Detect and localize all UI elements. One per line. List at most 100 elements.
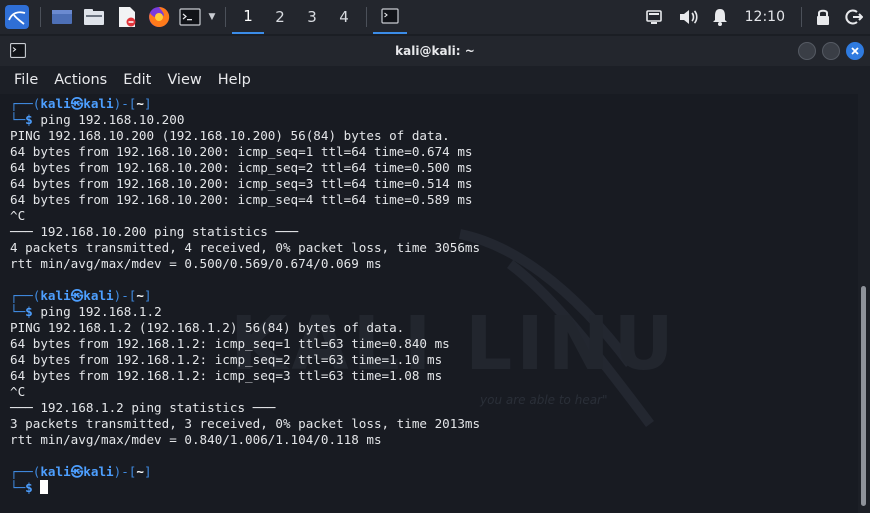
lock-icon — [817, 9, 829, 25]
prompt-frame: )-[ — [113, 464, 137, 479]
workspace-2[interactable]: 2 — [264, 0, 296, 34]
prompt-dollar: $ — [25, 304, 41, 319]
menu-file[interactable]: File — [6, 72, 46, 88]
workspace-4[interactable]: 4 — [328, 0, 360, 34]
scrollbar-thumb[interactable] — [861, 286, 866, 506]
panel-separator — [40, 7, 41, 27]
prompt-directory: ~ — [136, 288, 144, 303]
output-line: 3 packets transmitted, 3 received, 0% pa… — [10, 416, 481, 431]
output-line: 64 bytes from 192.168.10.200: icmp_seq=1… — [10, 144, 473, 159]
prompt-host: kali — [83, 96, 114, 111]
output-line: 64 bytes from 192.168.10.200: icmp_seq=4… — [10, 192, 473, 207]
prompt-header-line: ┌──(kali㉿kali)-[~] — [10, 464, 858, 480]
firefox-icon — [149, 6, 170, 27]
maximize-button[interactable] — [822, 42, 840, 60]
notification-icon — [712, 9, 727, 26]
prompt-dollar: $ — [25, 112, 41, 127]
desktop-icon — [52, 10, 72, 24]
output-line: PING 192.168.1.2 (192.168.1.2) 56(84) by… — [10, 320, 405, 335]
prompt-at-symbol: ㉿ — [70, 96, 84, 111]
output-line: ^C — [10, 208, 26, 223]
output-line: 64 bytes from 192.168.1.2: icmp_seq=1 tt… — [10, 336, 450, 351]
prompt-frame: ] — [143, 464, 152, 479]
top-panel: ▼ 1 2 3 4 12:10 — [0, 0, 870, 34]
prompt-frame: ┌──( — [10, 288, 41, 303]
logout-button[interactable] — [838, 0, 870, 34]
prompt-frame: )-[ — [113, 288, 137, 303]
output-line: 64 bytes from 192.168.1.2: icmp_seq=3 tt… — [10, 368, 443, 383]
notifications-button[interactable] — [705, 0, 735, 34]
output-line: rtt min/avg/max/mdev = 0.840/1.006/1.104… — [10, 432, 382, 447]
volume-icon — [679, 10, 698, 24]
clock[interactable]: 12:10 — [745, 9, 785, 25]
minimize-button[interactable] — [798, 42, 816, 60]
terminal-output-area[interactable]: KALI LINUX you are able to hear" ┌──(kal… — [0, 94, 858, 513]
menu-view[interactable]: View — [159, 72, 209, 88]
prompt-user: kali — [40, 464, 71, 479]
system-tray: 12:10 — [637, 0, 870, 34]
terminal-launcher-button[interactable] — [175, 0, 205, 34]
command-text: ping 192.168.1.2 — [40, 304, 162, 319]
output-line: rtt min/avg/max/mdev = 0.500/0.569/0.674… — [10, 256, 382, 271]
menu-help[interactable]: Help — [210, 72, 259, 88]
output-line: PING 192.168.10.200 (192.168.10.200) 56(… — [10, 128, 450, 143]
taskbar-terminal-window[interactable] — [373, 0, 407, 34]
text-editor-icon — [119, 7, 136, 27]
prompt-host: kali — [83, 464, 114, 479]
workspace-1[interactable]: 1 — [232, 0, 264, 34]
close-button[interactable] — [846, 42, 864, 60]
file-manager-icon — [84, 9, 104, 25]
volume-button[interactable] — [671, 0, 705, 34]
prompt-header-line: ┌──(kali㉿kali)-[~] — [10, 288, 858, 304]
panel-separator — [225, 7, 226, 27]
prompt-frame: └─ — [10, 480, 26, 495]
menu-actions[interactable]: Actions — [46, 72, 115, 88]
window-title: kali@kali: ~ — [395, 44, 475, 58]
output-line: ─── 192.168.10.200 ping statistics ─── — [10, 224, 299, 239]
prompt-at-symbol: ㉿ — [70, 288, 84, 303]
network-button[interactable] — [637, 0, 671, 34]
file-manager-button[interactable] — [77, 0, 111, 34]
text-cursor — [40, 480, 49, 494]
output-line: ^C — [10, 384, 26, 399]
window-titlebar[interactable]: kali@kali: ~ — [0, 36, 870, 66]
launcher-dropdown-button[interactable]: ▼ — [205, 0, 219, 34]
terminal-icon — [179, 8, 201, 26]
prompt-user: kali — [40, 288, 71, 303]
prompt-frame: └─ — [10, 112, 26, 127]
menu-edit[interactable]: Edit — [115, 72, 159, 88]
prompt-dollar: $ — [25, 480, 41, 495]
command-text: ping 192.168.10.200 — [40, 112, 185, 127]
prompt-directory: ~ — [136, 96, 144, 111]
output-line: 64 bytes from 192.168.10.200: icmp_seq=2… — [10, 160, 473, 175]
terminal-scrollbar[interactable] — [858, 94, 870, 513]
chevron-down-icon: ▼ — [208, 12, 216, 22]
show-desktop-button[interactable] — [47, 0, 77, 34]
prompt-command-line: └─$ — [10, 480, 858, 496]
output-line: 64 bytes from 192.168.10.200: icmp_seq=3… — [10, 176, 473, 191]
workspace-3[interactable]: 3 — [296, 0, 328, 34]
prompt-host: kali — [83, 288, 114, 303]
close-icon — [851, 47, 859, 55]
text-editor-button[interactable] — [111, 0, 143, 34]
prompt-frame: ] — [143, 288, 152, 303]
logout-icon — [845, 9, 863, 25]
lock-screen-button[interactable] — [808, 0, 838, 34]
prompt-frame: ┌──( — [10, 464, 41, 479]
firefox-button[interactable] — [143, 0, 175, 34]
kali-menu-button[interactable] — [0, 0, 34, 34]
prompt-frame: )-[ — [113, 96, 137, 111]
menu-bar: File Actions Edit View Help — [0, 66, 870, 94]
network-icon — [645, 10, 662, 24]
output-line: ─── 192.168.1.2 ping statistics ─── — [10, 400, 276, 415]
terminal-task-icon — [381, 8, 399, 24]
prompt-at-symbol: ㉿ — [70, 464, 84, 479]
panel-separator — [366, 7, 367, 27]
output-line: 4 packets transmitted, 4 received, 0% pa… — [10, 240, 481, 255]
prompt-frame: ┌──( — [10, 96, 41, 111]
prompt-command-line: └─$ ping 192.168.1.2 — [10, 304, 858, 320]
kali-menu-icon — [5, 5, 29, 29]
panel-separator — [801, 7, 802, 27]
